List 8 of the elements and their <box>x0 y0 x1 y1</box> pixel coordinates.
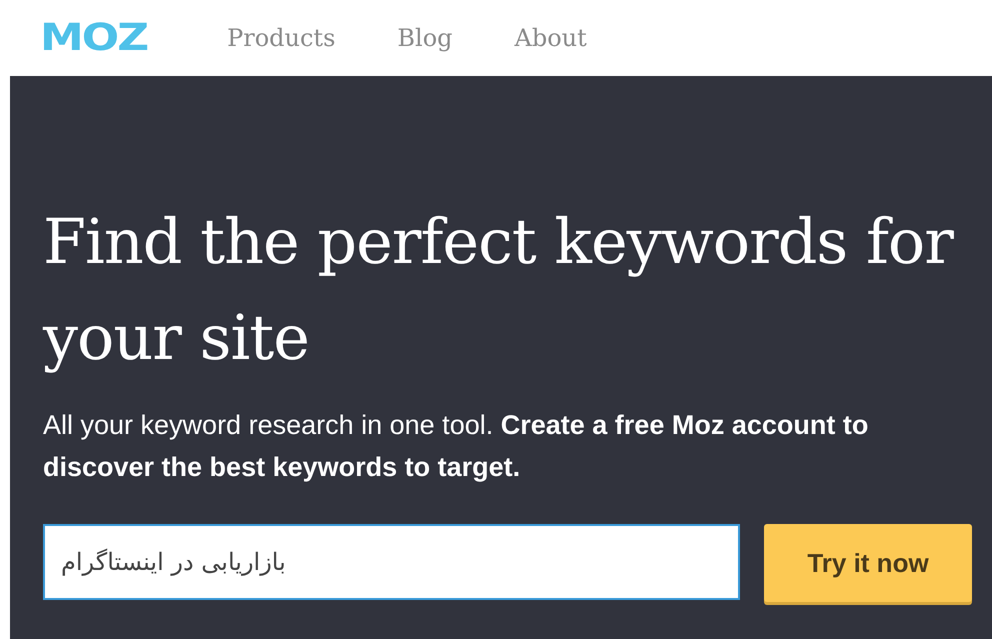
keyword-input-field[interactable]: بازاریابی در اینستاگرام <box>43 524 740 600</box>
nav-link[interactable]: About <box>514 24 587 52</box>
nav-link[interactable]: Blog <box>397 24 453 52</box>
try-it-now-button[interactable]: Try it now <box>764 524 972 602</box>
hero-title: Find the perfect keywords for your site <box>43 204 955 376</box>
nav-link[interactable]: Products <box>227 24 336 52</box>
moz-logo[interactable]: MOZ <box>40 19 148 57</box>
hero-subtitle: All your keyword research in one tool. Create a free Moz account to discover the best keywords to target. <box>43 409 870 484</box>
